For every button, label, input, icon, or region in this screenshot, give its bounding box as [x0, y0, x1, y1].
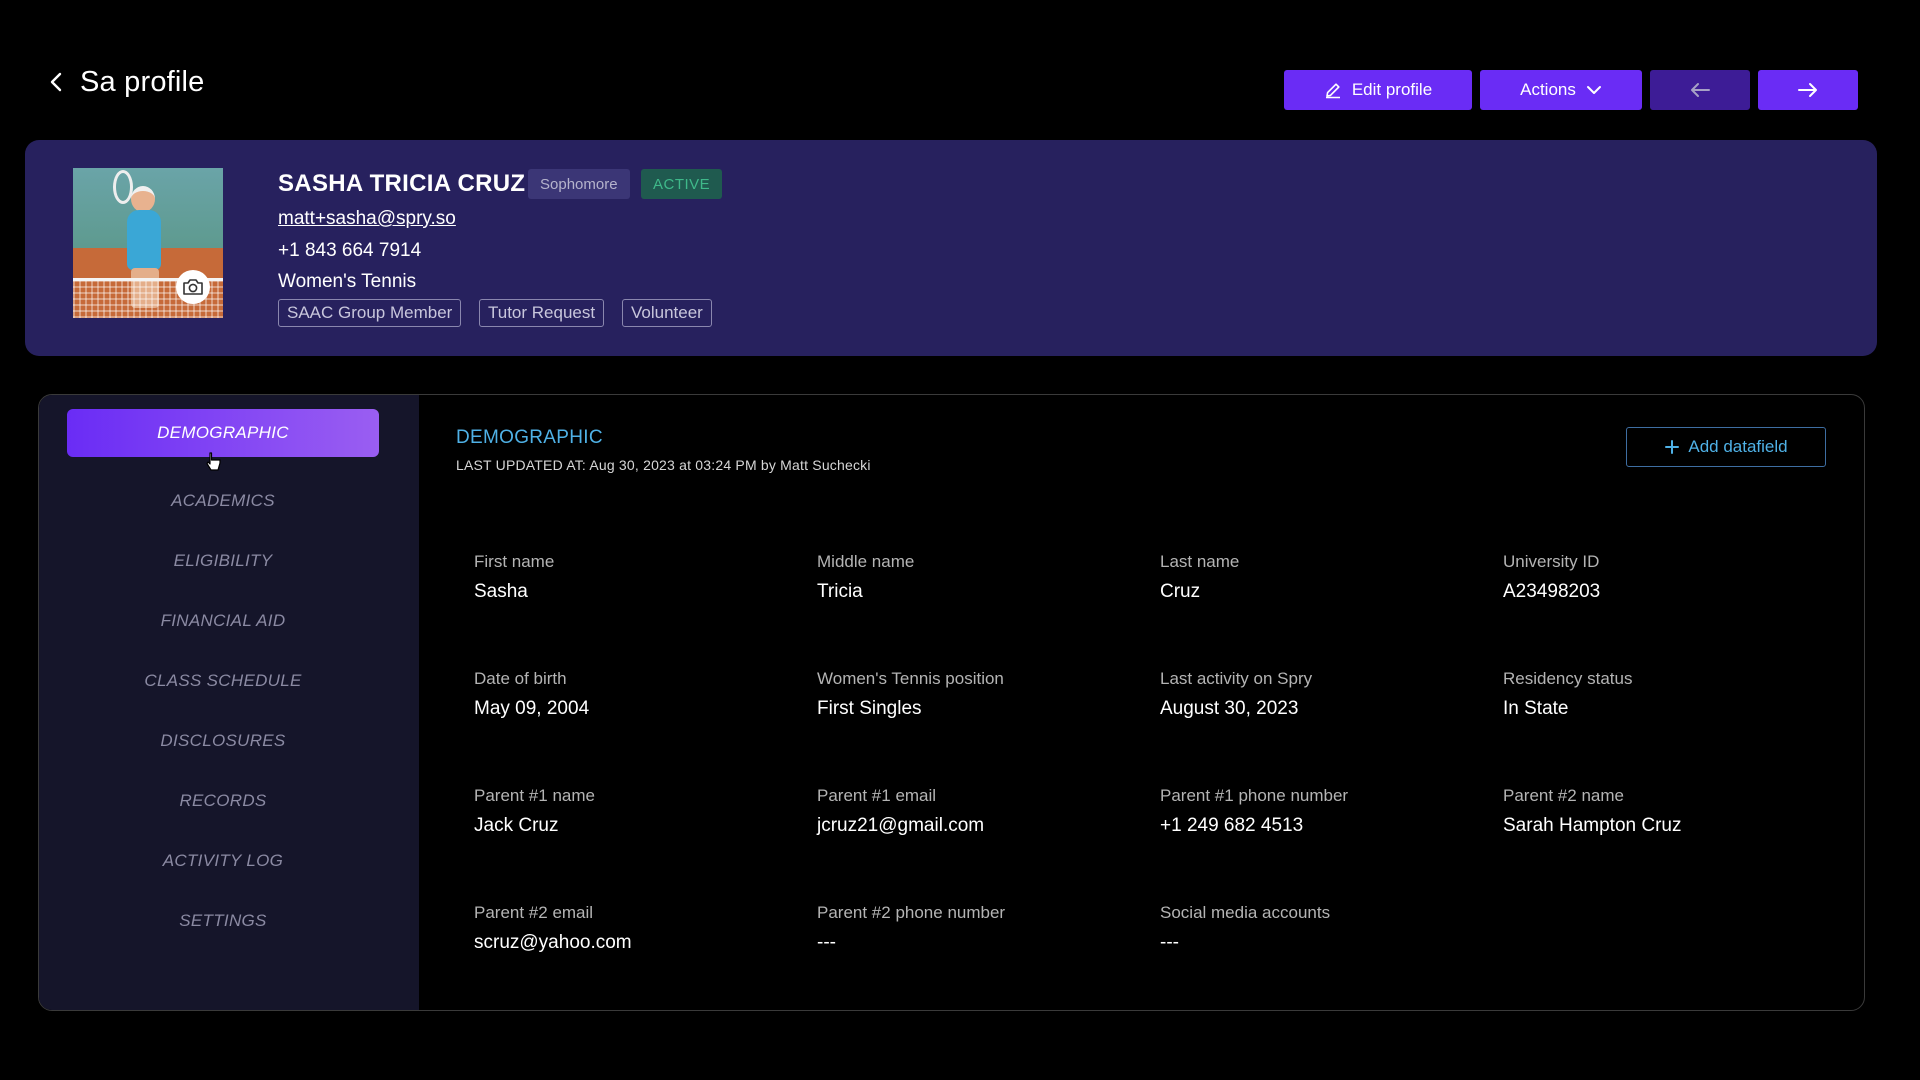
status-badge: ACTIVE — [641, 169, 723, 199]
field-value: Sasha — [474, 581, 528, 602]
nav-item-disclosures[interactable]: DISCLOSURES — [67, 717, 379, 765]
student-phone: +1 843 664 7914 — [278, 240, 422, 261]
details-panel: DEMOGRAPHIC ACADEMICS ELIGIBILITY FINANC… — [38, 394, 1865, 1011]
field-label: University ID — [1503, 552, 1600, 571]
field-first-name: First name Sasha — [474, 552, 794, 603]
field-label: First name — [474, 552, 555, 571]
field-value: Cruz — [1160, 581, 1201, 602]
next-profile-button[interactable] — [1758, 70, 1858, 110]
nav-item-academics[interactable]: ACADEMICS — [67, 477, 379, 525]
previous-profile-button[interactable] — [1650, 70, 1750, 110]
field-parent2-email: Parent #2 email scruz@yahoo.com — [474, 903, 794, 954]
camera-icon — [183, 279, 203, 295]
add-datafield-button[interactable]: Add datafield — [1626, 427, 1826, 467]
field-date-of-birth: Date of birth May 09, 2004 — [474, 669, 794, 720]
edit-profile-label: Edit profile — [1351, 80, 1433, 99]
student-team: Women's Tennis — [278, 271, 417, 292]
field-label: Parent #2 name — [1503, 786, 1624, 805]
field-parent2-phone: Parent #2 phone number --- — [817, 903, 1137, 954]
field-last-activity: Last activity on Spry August 30, 2023 — [1160, 669, 1480, 720]
add-datafield-label: Add datafield — [1688, 437, 1788, 456]
tag-volunteer: Volunteer — [622, 299, 712, 327]
nav-item-records[interactable]: RECORDS — [67, 777, 379, 825]
field-residency-status: Residency status In State — [1503, 669, 1823, 720]
student-email-link[interactable]: matt+sasha@spry.so — [278, 208, 456, 230]
field-value: --- — [817, 932, 836, 953]
actions-dropdown-button[interactable]: Actions — [1480, 70, 1642, 110]
field-value: August 30, 2023 — [1160, 698, 1299, 719]
nav-item-activity-log[interactable]: ACTIVITY LOG — [67, 837, 379, 885]
field-value: Jack Cruz — [474, 815, 559, 836]
page-header: Sa profile Edit profile Actions — [0, 0, 1900, 140]
field-value: A23498203 — [1503, 581, 1601, 602]
field-value: --- — [1160, 932, 1179, 953]
actions-label: Actions — [1520, 80, 1576, 99]
tag-tutor-request: Tutor Request — [479, 299, 605, 327]
nav-item-settings[interactable]: SETTINGS — [67, 897, 379, 945]
field-university-id: University ID A23498203 — [1503, 552, 1823, 603]
field-value: scruz@yahoo.com — [474, 932, 632, 953]
mouse-cursor-icon — [206, 452, 221, 471]
field-tennis-position: Women's Tennis position First Singles — [817, 669, 1137, 720]
field-label: Parent #1 name — [474, 786, 595, 805]
class-year-badge: Sophomore — [528, 169, 630, 199]
field-label: Parent #1 phone number — [1160, 786, 1349, 805]
field-label: Social media accounts — [1160, 903, 1331, 922]
nav-item-class-schedule[interactable]: CLASS SCHEDULE — [67, 657, 379, 705]
student-name: SASHA TRICIA CRUZ — [278, 170, 526, 197]
last-updated-text: LAST UPDATED AT: Aug 30, 2023 at 03:24 P… — [456, 457, 871, 473]
field-label: Parent #1 email — [817, 786, 937, 805]
pencil-icon — [1325, 83, 1340, 99]
field-parent1-name: Parent #1 name Jack Cruz — [474, 786, 794, 837]
field-value: In State — [1503, 698, 1569, 719]
page-title: Sa profile — [80, 66, 205, 98]
field-social-media: Social media accounts --- — [1160, 903, 1480, 954]
field-label: Date of birth — [474, 669, 567, 688]
nav-item-financial-aid[interactable]: FINANCIAL AID — [67, 597, 379, 645]
edit-profile-button[interactable]: Edit profile — [1284, 70, 1472, 110]
field-parent2-name: Parent #2 name Sarah Hampton Cruz — [1503, 786, 1823, 837]
field-middle-name: Middle name Tricia — [817, 552, 1137, 603]
chevron-down-icon — [1586, 86, 1601, 94]
section-title: DEMOGRAPHIC — [456, 427, 603, 448]
field-label: Last activity on Spry — [1160, 669, 1313, 688]
field-label: Last name — [1160, 552, 1240, 571]
field-last-name: Last name Cruz — [1160, 552, 1480, 603]
plus-icon — [1665, 440, 1680, 454]
field-value: Tricia — [817, 581, 863, 602]
field-value: May 09, 2004 — [474, 698, 590, 719]
tag-saac-group-member: SAAC Group Member — [278, 299, 462, 327]
arrow-left-icon — [1691, 83, 1710, 97]
field-parent1-phone: Parent #1 phone number +1 249 682 4513 — [1160, 786, 1480, 837]
change-photo-button[interactable] — [176, 270, 210, 304]
field-value: Sarah Hampton Cruz — [1503, 815, 1682, 836]
field-label: Parent #2 phone number — [817, 903, 1006, 922]
field-label: Women's Tennis position — [817, 669, 1004, 688]
field-label: Middle name — [817, 552, 915, 571]
section-sidebar: DEMOGRAPHIC ACADEMICS ELIGIBILITY FINANC… — [39, 395, 419, 1010]
nav-item-eligibility[interactable]: ELIGIBILITY — [67, 537, 379, 585]
arrow-right-icon — [1798, 83, 1817, 97]
field-parent1-email: Parent #1 email jcruz21@gmail.com — [817, 786, 1137, 837]
field-label: Parent #2 email — [474, 903, 594, 922]
field-label: Residency status — [1503, 669, 1633, 688]
field-value: jcruz21@gmail.com — [817, 815, 985, 836]
back-button[interactable] — [44, 70, 68, 94]
field-value: First Singles — [817, 698, 922, 719]
nav-item-demographic[interactable]: DEMOGRAPHIC — [67, 409, 379, 457]
field-value: +1 249 682 4513 — [1160, 815, 1304, 836]
chevron-left-icon — [50, 72, 62, 92]
